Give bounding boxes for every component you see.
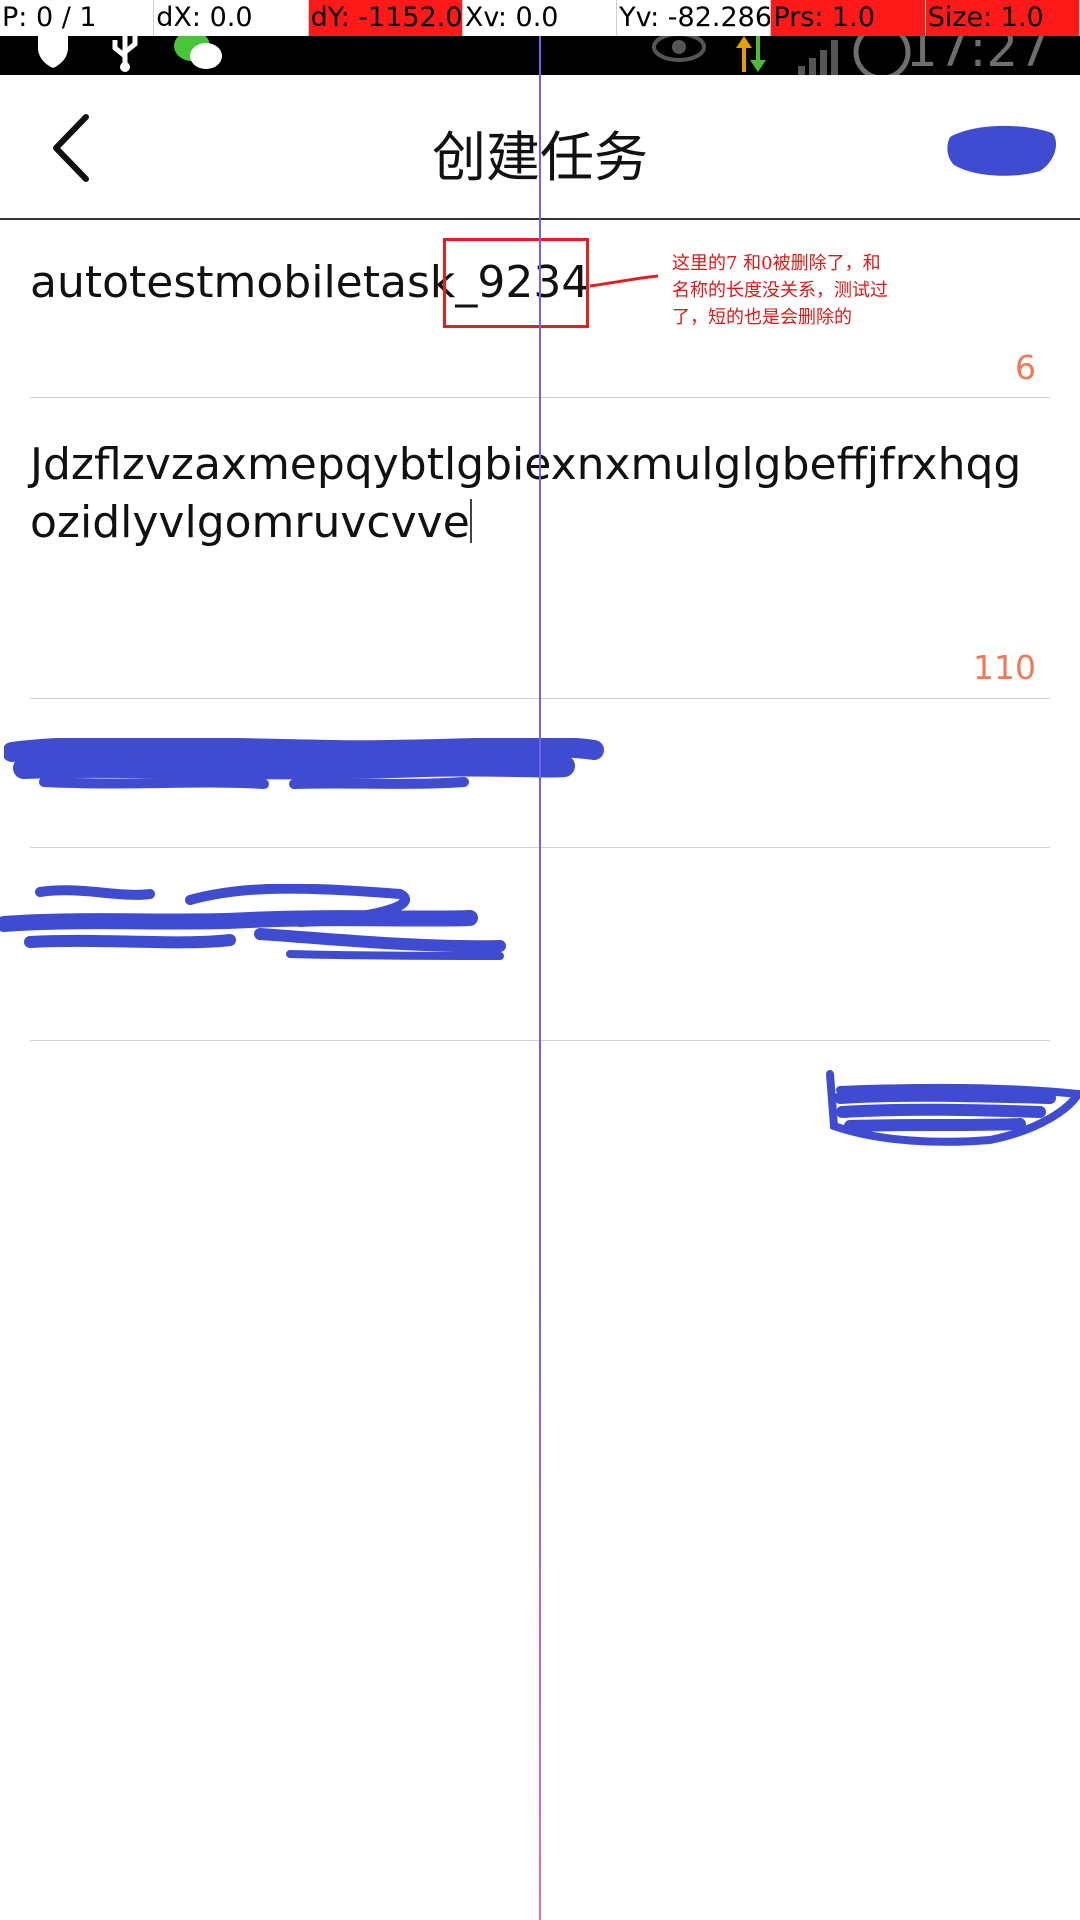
status-time: 17:27 — [905, 36, 1050, 75]
signal-icon — [798, 40, 838, 75]
debug-yv: Yv: -82.286 — [617, 0, 772, 36]
wechat-icon — [174, 36, 222, 69]
shield-icon — [38, 36, 68, 68]
redaction-scribble — [947, 125, 1056, 176]
text-cursor — [469, 499, 472, 543]
redaction-scribble — [0, 884, 506, 960]
usb-icon — [112, 36, 138, 72]
task-description-text: Jdzflzvzaxmepqybtlgbiexnxmulglgbeffjfrxh… — [30, 439, 1022, 548]
status-bar: 17:27 — [0, 36, 1080, 75]
screen: P: 0 / 1 dX: 0.0 dY: -1152.0 Xv: 0.0 Yv:… — [0, 0, 1080, 1920]
debug-size: Size: 1.0 — [925, 0, 1080, 36]
debug-dx: dX: 0.0 — [154, 0, 309, 36]
redaction-scribble — [4, 738, 604, 789]
battery-icon — [853, 36, 911, 75]
task-name-counter: 6 — [1015, 348, 1036, 387]
header-action-button[interactable] — [944, 117, 1064, 183]
eye-icon — [652, 36, 706, 62]
debug-xv: Xv: 0.0 — [463, 0, 618, 36]
page-title: 创建任务 — [432, 126, 648, 189]
title-bar: 创建任务 — [0, 75, 1080, 220]
debug-pointer-count: P: 0 / 1 — [0, 0, 155, 36]
task-description-counter: 110 — [973, 648, 1036, 687]
annotation-highlight-box — [443, 238, 589, 328]
annotation-pointer-line — [589, 274, 659, 288]
data-transfer-icon — [736, 36, 766, 72]
redacted-row-2[interactable] — [0, 848, 1080, 1146]
redacted-row-1[interactable] — [4, 700, 1050, 848]
redaction-scribble — [826, 1070, 1080, 1146]
task-description-input[interactable]: Jdzflzvzaxmepqybtlgbiexnxmulglgbeffjfrxh… — [30, 436, 1040, 552]
annotation-note: 这里的7 和0被删除了，和名称的长度没关系，测试过了，短的也是会删除的 — [672, 253, 888, 328]
pointer-debug-bar: P: 0 / 1 dX: 0.0 dY: -1152.0 Xv: 0.0 Yv:… — [0, 0, 1080, 36]
debug-pressure: Prs: 1.0 — [771, 0, 926, 36]
task-description-field[interactable]: Jdzflzvzaxmepqybtlgbiexnxmulglgbeffjfrxh… — [30, 398, 1050, 699]
debug-dy: dY: -1152.0 — [308, 0, 463, 36]
